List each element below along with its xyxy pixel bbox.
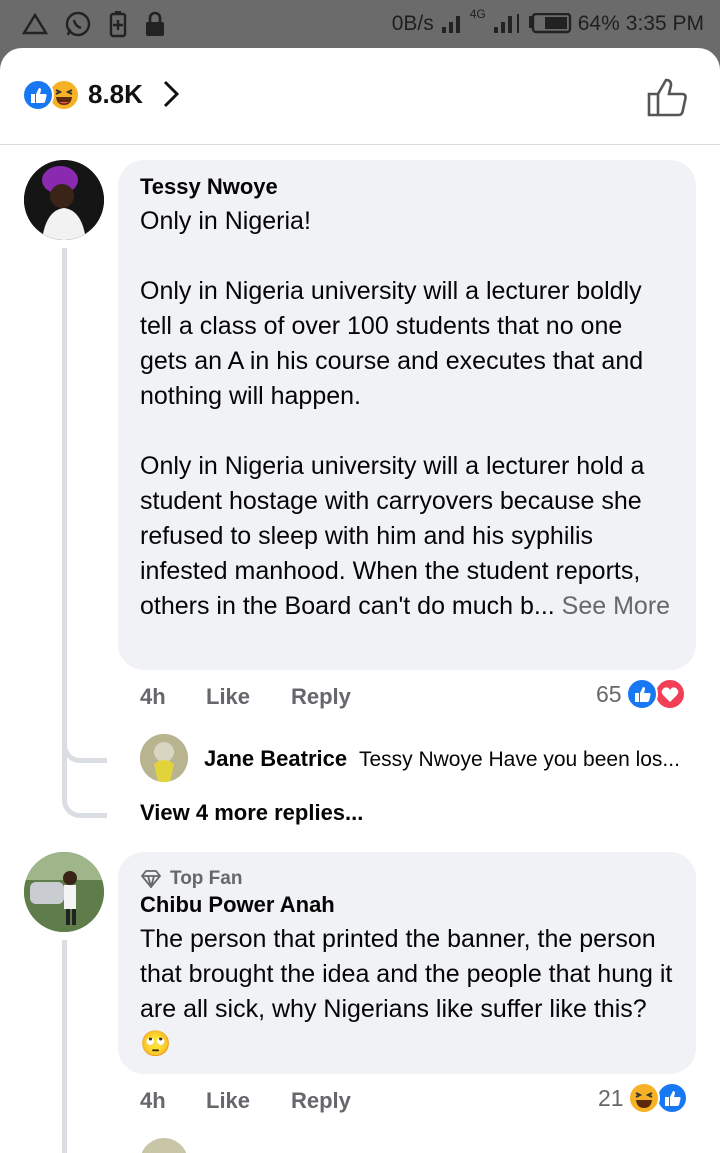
view-more-replies-link[interactable]: View 4 more replies... [140, 800, 363, 826]
reply-link[interactable]: Reply [291, 1088, 351, 1114]
eye-roll-emoji: 🙄 [140, 1030, 172, 1058]
like-reaction-icon [625, 678, 658, 710]
post-reactions-summary[interactable]: 8.8K [22, 78, 181, 111]
avatar[interactable] [140, 1138, 188, 1153]
like-reaction-icon [655, 1082, 688, 1114]
comment-reactions[interactable]: 65 [596, 678, 686, 710]
diamond-icon [140, 870, 162, 888]
avatar[interactable] [24, 160, 104, 240]
signal-icon [441, 16, 460, 33]
comment-time: 4h [140, 1088, 166, 1113]
reply-link[interactable]: Reply [291, 684, 351, 710]
comment-bubble[interactable]: Top Fan Chibu Power Anah The person that… [118, 852, 696, 1074]
haha-reaction-icon [627, 1082, 660, 1114]
badge-label: Top Fan [170, 868, 243, 889]
battery-icon [528, 13, 571, 34]
status-bar: 0B/s 4G 64% 3:35 PM [0, 0, 720, 48]
like-reaction-icon [22, 79, 54, 111]
warning-icon [22, 12, 48, 35]
reply-author[interactable]: Jane Beatrice [204, 746, 347, 771]
avatar[interactable] [140, 734, 188, 782]
whatsapp-icon [65, 11, 91, 37]
comment-text: The person that printed the banner, the … [140, 922, 676, 1062]
top-fan-badge: Top Fan [140, 868, 676, 890]
like-link[interactable]: Like [206, 1088, 250, 1114]
thread-connector [62, 708, 107, 763]
thread-line [62, 248, 67, 768]
comment-time: 4h [140, 684, 166, 709]
thread-line [62, 940, 67, 1153]
reactions-header: 8.8K [0, 48, 720, 145]
comment-reaction-count: 65 [596, 680, 622, 707]
love-reaction-icon [653, 678, 686, 710]
lock-icon [146, 11, 164, 36]
battery-percent: 64% [577, 12, 620, 35]
comment-author[interactable]: Tessy Nwoye [140, 174, 676, 200]
reaction-count: 8.8K [88, 78, 143, 109]
comment-bubble[interactable]: Tessy Nwoye Only in Nigeria! Only in Nig… [118, 160, 696, 670]
like-link[interactable]: Like [206, 684, 250, 710]
like-button-icon[interactable] [646, 76, 690, 118]
avatar[interactable] [24, 852, 104, 932]
comment-body: The person that printed the banner, the … [140, 925, 680, 1023]
signal-icon [493, 14, 519, 33]
battery-saver-icon [109, 11, 127, 38]
network-type: 4G [469, 7, 486, 21]
comments-sheet: 8.8K Tessy Nwoye Only in Nigeria! Only i… [0, 48, 720, 1153]
comment-body: Only in Nigeria! Only in Nigeria univers… [140, 207, 645, 620]
comment-author[interactable]: Chibu Power Anah [140, 892, 676, 918]
comment-text: Only in Nigeria! Only in Nigeria univers… [140, 204, 676, 624]
reply-text: Tessy Nwoye Have you been los... [358, 748, 680, 771]
chevron-right-icon [163, 80, 180, 108]
network-speed: 0B/s [391, 12, 434, 35]
see-more-link[interactable]: See More [555, 592, 670, 620]
reply-preview[interactable]: Jane Beatrice Tessy Nwoye Have you been … [204, 746, 680, 772]
thread-connector [62, 763, 107, 818]
clock: 3:35 PM [625, 12, 704, 35]
comment-reaction-count: 21 [598, 1084, 624, 1111]
comment-reactions[interactable]: 21 [598, 1082, 688, 1114]
